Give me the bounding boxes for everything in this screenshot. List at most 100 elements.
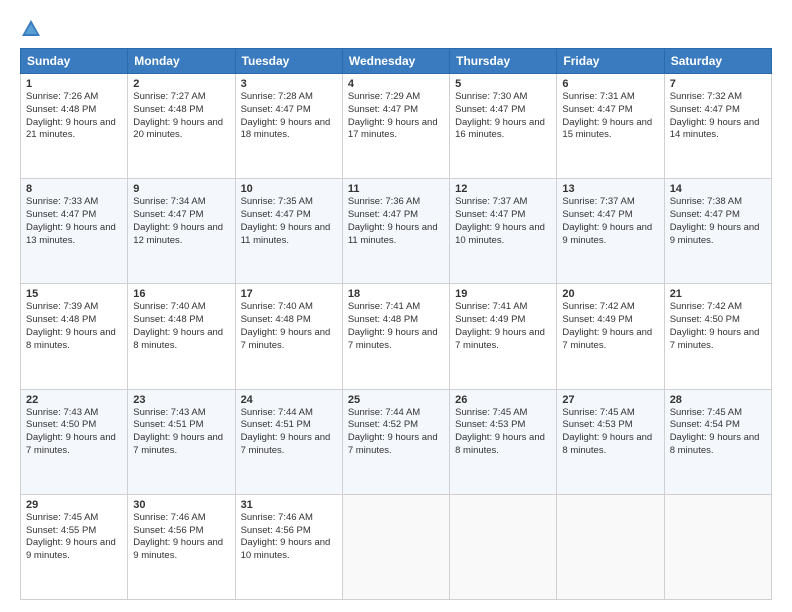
day-number: 22 — [26, 394, 122, 406]
calendar-cell: 5 Sunrise: 7:30 AM Sunset: 4:47 PM Dayli… — [450, 74, 557, 179]
day-number: 3 — [241, 78, 337, 90]
calendar-cell — [664, 494, 771, 599]
logo — [20, 18, 46, 40]
day-number: 6 — [562, 78, 658, 90]
day-info: Sunrise: 7:45 AM Sunset: 4:53 PM Dayligh… — [562, 407, 658, 458]
day-info: Sunrise: 7:34 AM Sunset: 4:47 PM Dayligh… — [133, 196, 229, 247]
day-number: 15 — [26, 288, 122, 300]
day-info: Sunrise: 7:45 AM Sunset: 4:54 PM Dayligh… — [670, 407, 766, 458]
logo-icon — [20, 18, 42, 40]
calendar-cell: 22 Sunrise: 7:43 AM Sunset: 4:50 PM Dayl… — [21, 389, 128, 494]
day-info: Sunrise: 7:26 AM Sunset: 4:48 PM Dayligh… — [26, 91, 122, 142]
calendar-cell: 24 Sunrise: 7:44 AM Sunset: 4:51 PM Dayl… — [235, 389, 342, 494]
calendar-cell: 6 Sunrise: 7:31 AM Sunset: 4:47 PM Dayli… — [557, 74, 664, 179]
calendar-week-4: 22 Sunrise: 7:43 AM Sunset: 4:50 PM Dayl… — [21, 389, 772, 494]
day-number: 26 — [455, 394, 551, 406]
calendar-cell: 23 Sunrise: 7:43 AM Sunset: 4:51 PM Dayl… — [128, 389, 235, 494]
header — [20, 18, 772, 40]
calendar-cell: 7 Sunrise: 7:32 AM Sunset: 4:47 PM Dayli… — [664, 74, 771, 179]
calendar-week-2: 8 Sunrise: 7:33 AM Sunset: 4:47 PM Dayli… — [21, 179, 772, 284]
day-number: 7 — [670, 78, 766, 90]
calendar-cell: 15 Sunrise: 7:39 AM Sunset: 4:48 PM Dayl… — [21, 284, 128, 389]
day-info: Sunrise: 7:45 AM Sunset: 4:55 PM Dayligh… — [26, 512, 122, 563]
calendar-cell: 4 Sunrise: 7:29 AM Sunset: 4:47 PM Dayli… — [342, 74, 449, 179]
day-number: 16 — [133, 288, 229, 300]
day-number: 13 — [562, 183, 658, 195]
calendar-cell: 28 Sunrise: 7:45 AM Sunset: 4:54 PM Dayl… — [664, 389, 771, 494]
day-info: Sunrise: 7:41 AM Sunset: 4:48 PM Dayligh… — [348, 301, 444, 352]
day-number: 30 — [133, 499, 229, 511]
calendar-cell: 13 Sunrise: 7:37 AM Sunset: 4:47 PM Dayl… — [557, 179, 664, 284]
day-info: Sunrise: 7:33 AM Sunset: 4:47 PM Dayligh… — [26, 196, 122, 247]
calendar-cell: 12 Sunrise: 7:37 AM Sunset: 4:47 PM Dayl… — [450, 179, 557, 284]
day-number: 18 — [348, 288, 444, 300]
day-info: Sunrise: 7:38 AM Sunset: 4:47 PM Dayligh… — [670, 196, 766, 247]
calendar-cell: 10 Sunrise: 7:35 AM Sunset: 4:47 PM Dayl… — [235, 179, 342, 284]
day-number: 8 — [26, 183, 122, 195]
calendar-table: SundayMondayTuesdayWednesdayThursdayFrid… — [20, 48, 772, 600]
calendar-header-wednesday: Wednesday — [342, 49, 449, 74]
day-info: Sunrise: 7:30 AM Sunset: 4:47 PM Dayligh… — [455, 91, 551, 142]
calendar-header-tuesday: Tuesday — [235, 49, 342, 74]
day-info: Sunrise: 7:28 AM Sunset: 4:47 PM Dayligh… — [241, 91, 337, 142]
day-info: Sunrise: 7:42 AM Sunset: 4:49 PM Dayligh… — [562, 301, 658, 352]
day-number: 5 — [455, 78, 551, 90]
calendar-header-saturday: Saturday — [664, 49, 771, 74]
calendar-cell: 20 Sunrise: 7:42 AM Sunset: 4:49 PM Dayl… — [557, 284, 664, 389]
day-info: Sunrise: 7:46 AM Sunset: 4:56 PM Dayligh… — [133, 512, 229, 563]
day-info: Sunrise: 7:44 AM Sunset: 4:51 PM Dayligh… — [241, 407, 337, 458]
calendar-cell: 2 Sunrise: 7:27 AM Sunset: 4:48 PM Dayli… — [128, 74, 235, 179]
calendar-week-1: 1 Sunrise: 7:26 AM Sunset: 4:48 PM Dayli… — [21, 74, 772, 179]
day-number: 9 — [133, 183, 229, 195]
calendar-cell: 31 Sunrise: 7:46 AM Sunset: 4:56 PM Dayl… — [235, 494, 342, 599]
calendar-cell: 11 Sunrise: 7:36 AM Sunset: 4:47 PM Dayl… — [342, 179, 449, 284]
day-number: 24 — [241, 394, 337, 406]
calendar-cell: 26 Sunrise: 7:45 AM Sunset: 4:53 PM Dayl… — [450, 389, 557, 494]
day-number: 25 — [348, 394, 444, 406]
calendar-cell — [557, 494, 664, 599]
day-info: Sunrise: 7:45 AM Sunset: 4:53 PM Dayligh… — [455, 407, 551, 458]
day-number: 14 — [670, 183, 766, 195]
day-info: Sunrise: 7:32 AM Sunset: 4:47 PM Dayligh… — [670, 91, 766, 142]
calendar-cell: 16 Sunrise: 7:40 AM Sunset: 4:48 PM Dayl… — [128, 284, 235, 389]
calendar-cell: 17 Sunrise: 7:40 AM Sunset: 4:48 PM Dayl… — [235, 284, 342, 389]
calendar-cell: 27 Sunrise: 7:45 AM Sunset: 4:53 PM Dayl… — [557, 389, 664, 494]
day-number: 27 — [562, 394, 658, 406]
calendar-cell: 8 Sunrise: 7:33 AM Sunset: 4:47 PM Dayli… — [21, 179, 128, 284]
day-number: 12 — [455, 183, 551, 195]
calendar-week-3: 15 Sunrise: 7:39 AM Sunset: 4:48 PM Dayl… — [21, 284, 772, 389]
day-number: 28 — [670, 394, 766, 406]
calendar-header-friday: Friday — [557, 49, 664, 74]
calendar-cell: 21 Sunrise: 7:42 AM Sunset: 4:50 PM Dayl… — [664, 284, 771, 389]
day-number: 10 — [241, 183, 337, 195]
day-info: Sunrise: 7:46 AM Sunset: 4:56 PM Dayligh… — [241, 512, 337, 563]
calendar-cell: 25 Sunrise: 7:44 AM Sunset: 4:52 PM Dayl… — [342, 389, 449, 494]
day-number: 21 — [670, 288, 766, 300]
day-info: Sunrise: 7:36 AM Sunset: 4:47 PM Dayligh… — [348, 196, 444, 247]
day-info: Sunrise: 7:29 AM Sunset: 4:47 PM Dayligh… — [348, 91, 444, 142]
calendar-cell: 14 Sunrise: 7:38 AM Sunset: 4:47 PM Dayl… — [664, 179, 771, 284]
calendar-cell: 3 Sunrise: 7:28 AM Sunset: 4:47 PM Dayli… — [235, 74, 342, 179]
day-info: Sunrise: 7:37 AM Sunset: 4:47 PM Dayligh… — [562, 196, 658, 247]
calendar-cell — [450, 494, 557, 599]
day-number: 2 — [133, 78, 229, 90]
day-info: Sunrise: 7:44 AM Sunset: 4:52 PM Dayligh… — [348, 407, 444, 458]
day-number: 11 — [348, 183, 444, 195]
day-number: 1 — [26, 78, 122, 90]
calendar-cell — [342, 494, 449, 599]
day-info: Sunrise: 7:40 AM Sunset: 4:48 PM Dayligh… — [241, 301, 337, 352]
calendar-week-5: 29 Sunrise: 7:45 AM Sunset: 4:55 PM Dayl… — [21, 494, 772, 599]
day-info: Sunrise: 7:40 AM Sunset: 4:48 PM Dayligh… — [133, 301, 229, 352]
day-number: 4 — [348, 78, 444, 90]
calendar-cell: 30 Sunrise: 7:46 AM Sunset: 4:56 PM Dayl… — [128, 494, 235, 599]
calendar-cell: 29 Sunrise: 7:45 AM Sunset: 4:55 PM Dayl… — [21, 494, 128, 599]
calendar-header-sunday: Sunday — [21, 49, 128, 74]
page: SundayMondayTuesdayWednesdayThursdayFrid… — [0, 0, 792, 612]
day-info: Sunrise: 7:31 AM Sunset: 4:47 PM Dayligh… — [562, 91, 658, 142]
calendar-cell: 1 Sunrise: 7:26 AM Sunset: 4:48 PM Dayli… — [21, 74, 128, 179]
day-number: 23 — [133, 394, 229, 406]
day-info: Sunrise: 7:42 AM Sunset: 4:50 PM Dayligh… — [670, 301, 766, 352]
calendar-cell: 19 Sunrise: 7:41 AM Sunset: 4:49 PM Dayl… — [450, 284, 557, 389]
day-info: Sunrise: 7:43 AM Sunset: 4:50 PM Dayligh… — [26, 407, 122, 458]
calendar-header-row: SundayMondayTuesdayWednesdayThursdayFrid… — [21, 49, 772, 74]
